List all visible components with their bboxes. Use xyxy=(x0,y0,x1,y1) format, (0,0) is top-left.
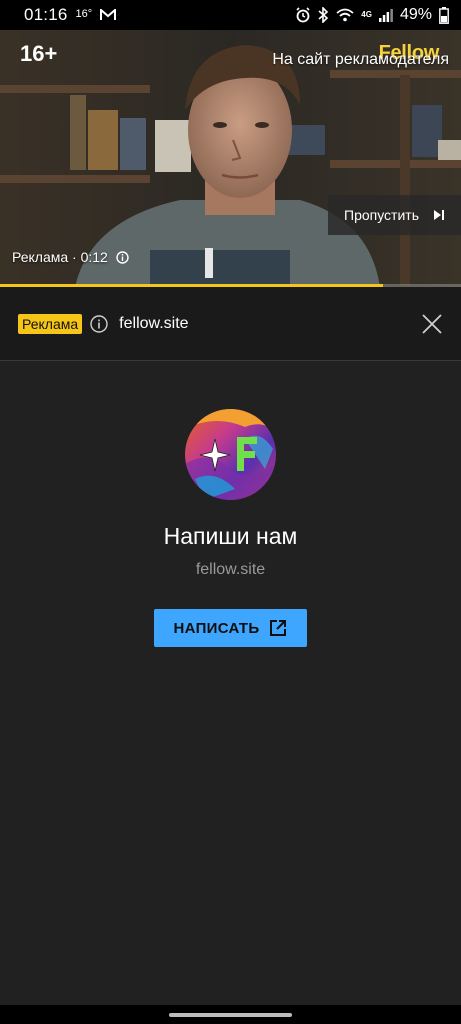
wifi-icon xyxy=(336,8,354,22)
age-rating-badge: 16+ xyxy=(20,41,58,66)
status-right: 4G 49% xyxy=(295,6,449,24)
screen: 01:16 16° 4G 49% 16+ Fellow На сайт рекл… xyxy=(0,0,461,1024)
ad-subtitle: fellow.site xyxy=(195,561,266,578)
network-label: 4G xyxy=(361,10,372,19)
ad-timer-label: Реклама · 0:12 xyxy=(12,249,108,265)
status-temperature: 16° xyxy=(75,8,93,20)
message-icon xyxy=(100,9,117,20)
signal-icon xyxy=(378,9,393,22)
advertiser-site-link[interactable]: На сайт рекламодателя xyxy=(272,51,449,69)
battery-percent: 49% xyxy=(399,6,432,23)
ad-domain[interactable]: fellow.site xyxy=(119,315,188,333)
video-player[interactable]: 16+ Fellow На сайт рекламодателя Пропуст… xyxy=(0,30,461,287)
status-time: 01:16 xyxy=(24,5,68,24)
status-bar: 01:16 16° 4G 49% xyxy=(0,0,461,30)
cta-label: НАПИСАТЬ xyxy=(173,619,260,637)
skip-ad-label: Пропустить xyxy=(344,207,419,223)
close-icon xyxy=(422,313,442,334)
bluetooth-icon xyxy=(318,7,329,23)
info-icon[interactable] xyxy=(90,314,108,333)
navigation-bar xyxy=(0,1005,461,1024)
skip-ad-button[interactable]: Пропустить xyxy=(328,195,461,235)
advertiser-avatar[interactable] xyxy=(185,409,276,500)
advertiser-logo-icon xyxy=(185,409,276,500)
ad-timer: Реклама · 0:12 xyxy=(12,249,129,265)
write-us-button[interactable]: НАПИСАТЬ xyxy=(154,609,307,647)
ad-info-bar: Реклама fellow.site xyxy=(0,287,461,361)
ad-title: Напиши нам xyxy=(163,523,298,549)
status-left: 01:16 16° xyxy=(24,5,117,25)
battery-icon xyxy=(439,6,449,24)
close-button[interactable] xyxy=(421,313,443,335)
home-gesture-handle[interactable] xyxy=(169,1013,292,1017)
skip-next-icon xyxy=(434,210,444,220)
external-link-icon xyxy=(270,620,287,636)
alarm-icon xyxy=(296,7,310,23)
info-icon[interactable] xyxy=(116,250,129,264)
ad-chip: Реклама xyxy=(18,313,83,334)
